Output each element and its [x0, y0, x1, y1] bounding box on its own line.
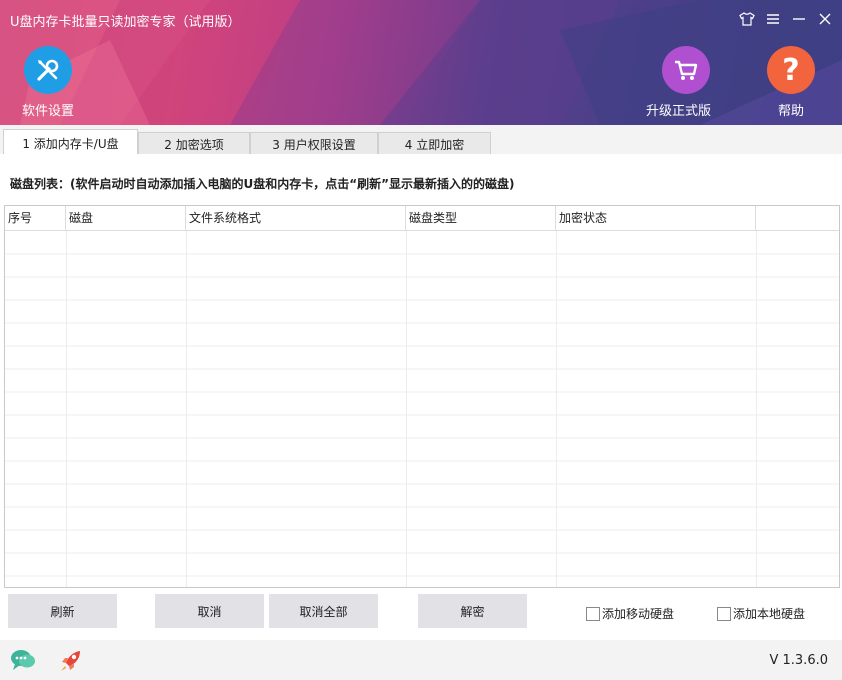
cancel-button[interactable]: 取消: [155, 594, 264, 628]
add-removable-disk-checkbox[interactable]: 添加移动硬盘: [586, 605, 674, 622]
minimize-icon[interactable]: [790, 10, 808, 28]
status-bar: V 1.3.6.0: [0, 640, 842, 680]
tab-bar: 1 添加内存卡/U盘 2 加密选项 3 用户权限设置 4 立即加密: [0, 125, 842, 156]
skin-shirt-icon[interactable]: [738, 10, 756, 28]
chat-bubble-icon[interactable]: [10, 648, 36, 672]
disk-list-caption: 磁盘列表：(软件启动时自动添加插入电脑的U盘和内存卡，点击“刷新”显示最新插入的…: [10, 177, 515, 191]
add-local-disk-checkbox[interactable]: 添加本地硬盘: [717, 605, 805, 622]
shopping-cart-icon: [661, 46, 710, 94]
add-removable-disk-label: 添加移动硬盘: [602, 607, 675, 621]
column-encrypt-status[interactable]: 加密状态: [556, 206, 756, 231]
header-banner: U盘内存卡批量只读加密专家（试用版） 软件设置 升级正式版 ? 帮助: [0, 0, 842, 125]
upgrade-label: 升级正式版: [646, 104, 712, 119]
wrench-screwdriver-icon: [24, 46, 72, 94]
tab-user-permissions[interactable]: 3 用户权限设置: [250, 132, 378, 155]
checkbox-box[interactable]: [586, 606, 600, 621]
menu-icon[interactable]: [764, 10, 782, 28]
help-label: 帮助: [777, 104, 804, 119]
tab-encrypt-options[interactable]: 2 加密选项: [138, 132, 250, 155]
version-label: V 1.3.6.0: [769, 653, 828, 668]
tab-encrypt-now[interactable]: 4 立即加密: [378, 132, 491, 155]
settings-label: 软件设置: [22, 104, 75, 119]
decrypt-button[interactable]: 解密: [418, 594, 527, 628]
disk-table[interactable]: 序号 磁盘 文件系统格式 磁盘类型 加密状态: [4, 205, 840, 588]
rocket-icon[interactable]: [58, 648, 84, 672]
question-mark-icon: ?: [767, 46, 815, 94]
close-icon[interactable]: [816, 10, 834, 28]
refresh-button[interactable]: 刷新: [8, 594, 117, 628]
checkbox-box[interactable]: [717, 606, 731, 621]
table-header: 序号 磁盘 文件系统格式 磁盘类型 加密状态: [5, 206, 839, 231]
main-panel: 磁盘列表：(软件启动时自动添加插入电脑的U盘和内存卡，点击“刷新”显示最新插入的…: [0, 154, 842, 640]
column-disk-type[interactable]: 磁盘类型: [406, 206, 556, 231]
window-controls: [738, 10, 834, 28]
column-filesystem[interactable]: 文件系统格式: [186, 206, 406, 231]
cancel-all-button[interactable]: 取消全部: [269, 594, 378, 628]
column-disk[interactable]: 磁盘: [66, 206, 186, 231]
app-title: U盘内存卡批量只读加密专家（试用版）: [10, 15, 241, 30]
help-button[interactable]: ? 帮助: [767, 46, 815, 119]
add-local-disk-label: 添加本地硬盘: [733, 607, 806, 621]
table-grid: [5, 231, 839, 587]
upgrade-button[interactable]: 升级正式版: [646, 46, 711, 119]
tab-add-card[interactable]: 1 添加内存卡/U盘: [3, 129, 138, 156]
settings-button[interactable]: 软件设置: [22, 46, 74, 119]
column-index[interactable]: 序号: [5, 206, 66, 231]
